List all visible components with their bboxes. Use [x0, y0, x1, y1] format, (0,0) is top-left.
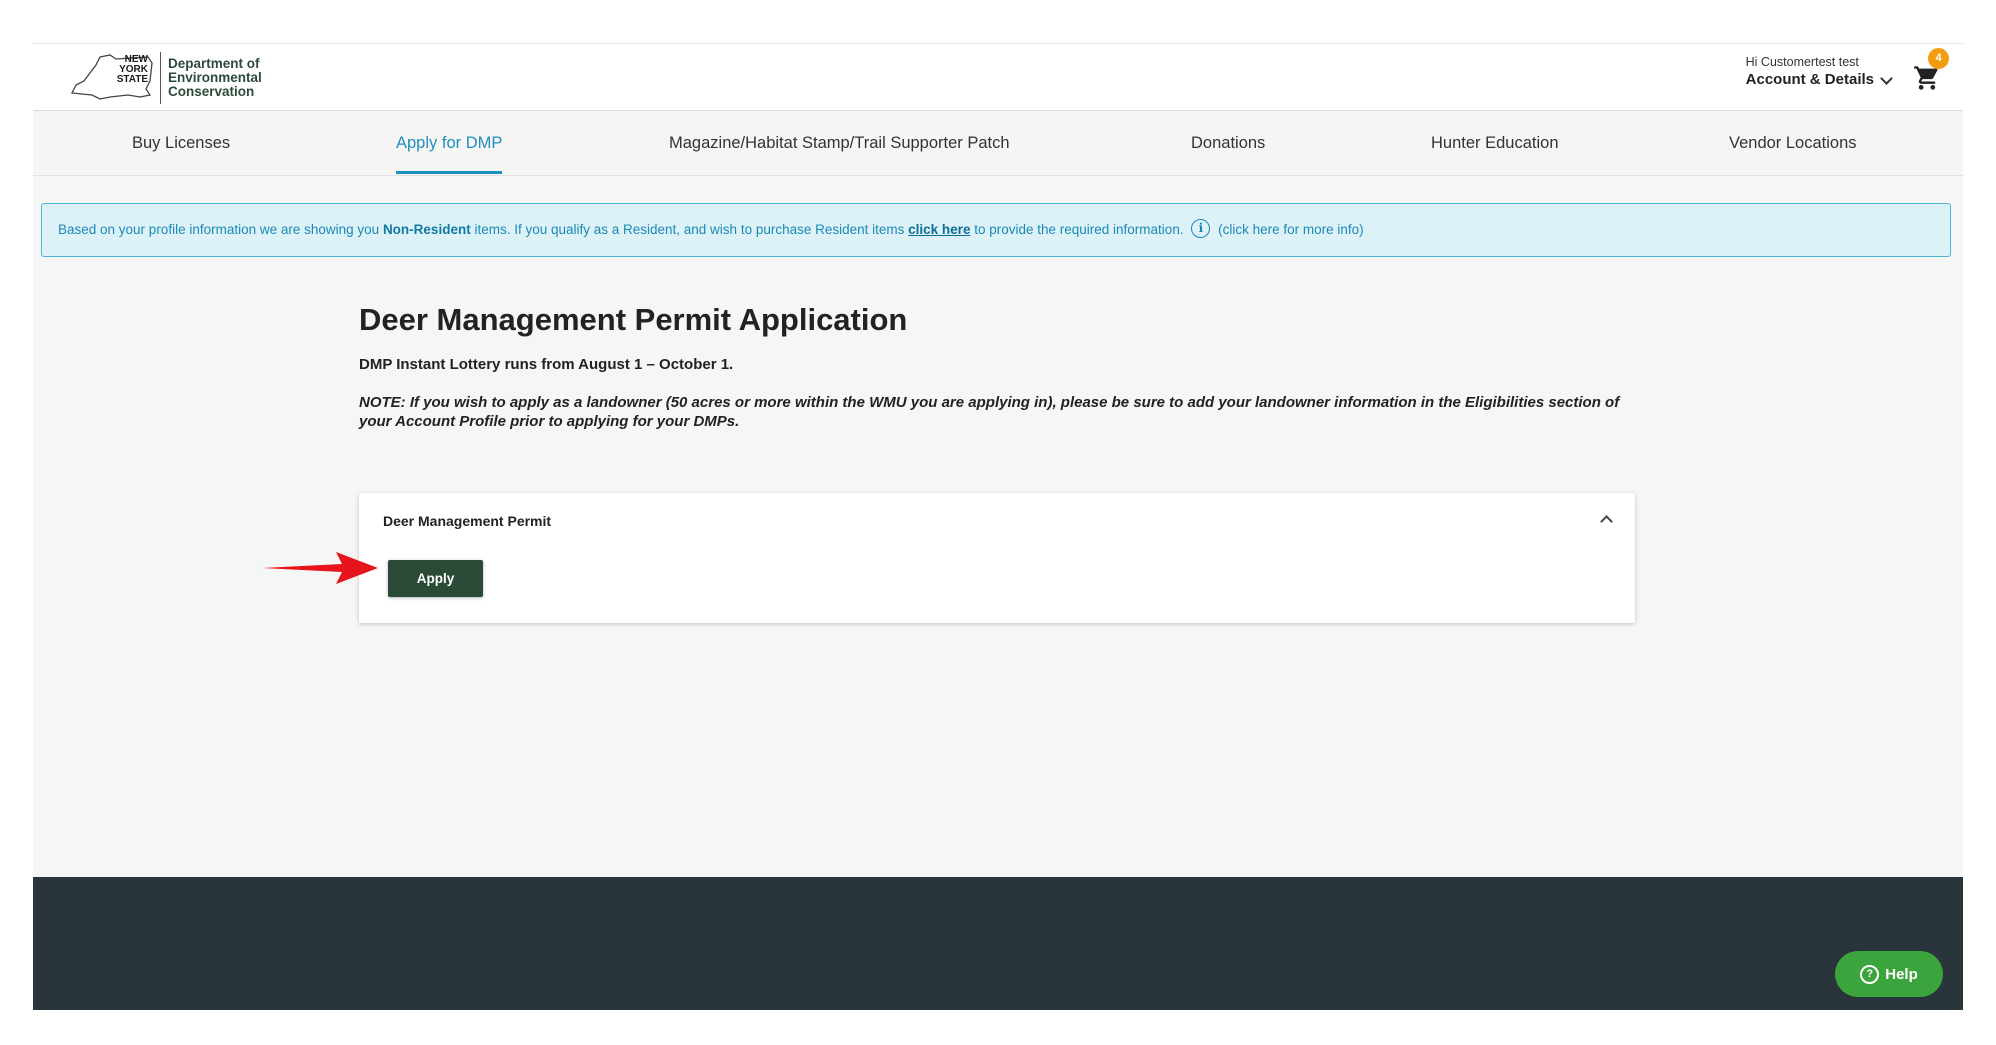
cart-button[interactable]: 4 — [1913, 48, 1949, 92]
account-details-label: Account & Details — [1745, 71, 1874, 88]
dec-logo[interactable]: NEW YORK STATE Department of Environment… — [70, 51, 278, 105]
nav-magazine-habitat-stamp[interactable]: Magazine/Habitat Stamp/Trail Supporter P… — [669, 111, 1010, 175]
info-icon[interactable]: i — [1191, 219, 1211, 239]
nav-apply-for-dmp[interactable]: Apply for DMP — [396, 111, 503, 175]
question-circle-icon: ? — [1860, 964, 1880, 984]
main-content: Deer Management Permit Application DMP I… — [359, 300, 1639, 431]
landowner-note: NOTE: If you wish to apply as a landowne… — [359, 394, 1620, 430]
account-menu[interactable]: Hi Customertest test Account & Details — [1745, 54, 1893, 90]
page: NEW YORK STATE Department of Environment… — [33, 43, 1963, 1010]
permit-card-title: Deer Management Permit — [383, 513, 552, 529]
nav-buy-licenses[interactable]: Buy Licenses — [132, 111, 230, 175]
red-arrow-icon — [262, 552, 378, 584]
main-nav: Buy Licenses Apply for DMP Magazine/Habi… — [33, 111, 1963, 176]
chevron-up-icon[interactable] — [1600, 515, 1613, 528]
residency-status: Non-Resident — [382, 222, 471, 237]
account-details-toggle[interactable]: Account & Details — [1745, 70, 1893, 90]
chevron-down-icon — [1880, 71, 1893, 85]
nav-donations[interactable]: Donations — [1191, 111, 1265, 175]
help-button[interactable]: ? Help — [1835, 951, 1943, 997]
logo-department-name: Department of Environmental Conservation — [168, 56, 262, 99]
account-greeting: Hi Customertest test — [1745, 55, 1859, 69]
apply-button[interactable]: Apply — [388, 560, 483, 597]
logo-divider — [160, 52, 161, 104]
site-header: NEW YORK STATE Department of Environment… — [33, 44, 1963, 111]
permit-card: Deer Management Permit Apply — [359, 493, 1635, 623]
banner-text-3: to provide the required information. — [970, 222, 1184, 237]
banner-text-1: Based on your profile information we are… — [58, 222, 383, 237]
help-label: Help — [1885, 965, 1918, 983]
update-residency-link[interactable]: click here — [908, 222, 970, 237]
ny-state-map-icon: NEW YORK STATE — [70, 51, 156, 105]
logo-state-text: NEW YORK STATE — [116, 54, 148, 85]
lottery-dates-note: DMP Instant Lottery runs from August 1 –… — [359, 356, 734, 373]
nav-vendor-locations[interactable]: Vendor Locations — [1729, 111, 1857, 175]
site-footer: ? Help — [33, 877, 1963, 1010]
nav-hunter-education[interactable]: Hunter Education — [1431, 111, 1559, 175]
cart-count-badge: 4 — [1928, 48, 1949, 69]
residency-info-banner: Based on your profile information we are… — [41, 203, 1951, 257]
page-title: Deer Management Permit Application — [359, 302, 908, 337]
banner-text-2: items. If you qualify as a Resident, and… — [470, 222, 909, 237]
more-info-link[interactable]: (click here for more info) — [1218, 222, 1364, 237]
